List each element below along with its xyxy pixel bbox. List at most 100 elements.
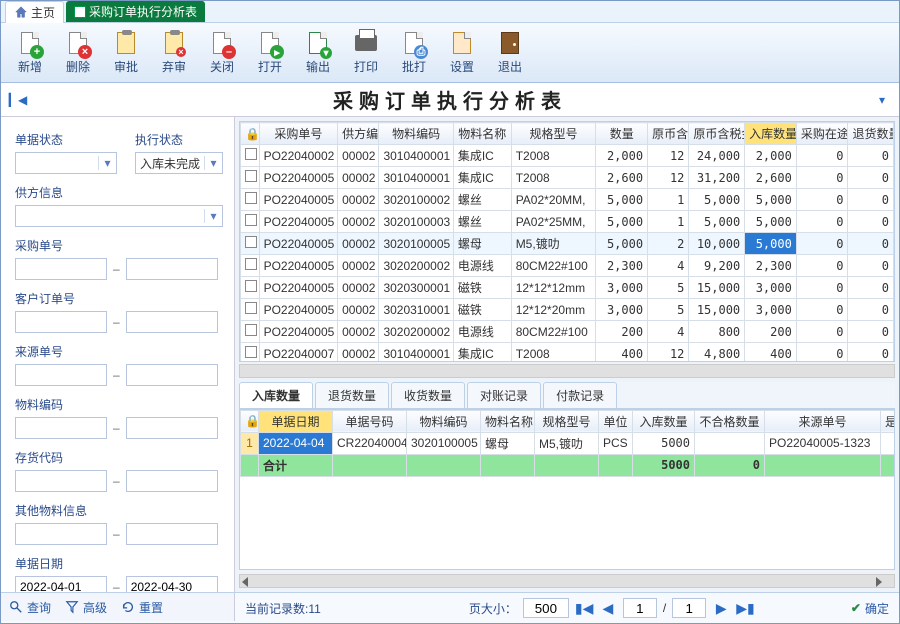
table-row[interactable]: PO22040005000023020310001磁铁12*12*20mm3,0… (241, 299, 894, 321)
cell[interactable]: 螺母 (453, 233, 511, 255)
open-button[interactable]: ▸打开 (247, 26, 293, 80)
print-button[interactable]: 打印 (343, 26, 389, 80)
page-input[interactable] (623, 598, 657, 618)
stock-from[interactable] (15, 470, 107, 492)
cell[interactable]: 0 (796, 321, 848, 343)
cell[interactable]: 2,300 (596, 255, 648, 277)
cell[interactable]: 24,000 (689, 145, 745, 167)
detail-header[interactable]: 单位 (599, 410, 633, 432)
grid-header[interactable]: 入库数量 (745, 123, 797, 145)
cell[interactable]: 3,000 (745, 299, 797, 321)
cell[interactable]: 9,200 (689, 255, 745, 277)
cell[interactable]: 螺丝 (453, 211, 511, 233)
detail-header[interactable]: 物料名称 (481, 410, 535, 432)
detail-tab[interactable]: 收货数量 (391, 382, 465, 408)
cell[interactable]: 3020100005 (379, 233, 453, 255)
cell[interactable]: 00002 (338, 255, 379, 277)
cell[interactable]: 10,000 (689, 233, 745, 255)
cell[interactable]: 3020100002 (379, 189, 453, 211)
cell[interactable]: 电源线 (453, 255, 511, 277)
cell[interactable]: PCS (599, 432, 633, 454)
detail-header[interactable]: 单据号码 (333, 410, 407, 432)
cell[interactable]: 12*12*20mm (511, 299, 596, 321)
cell[interactable]: 00002 (338, 189, 379, 211)
cell[interactable]: PO22040005 (259, 277, 338, 299)
cell[interactable]: 3010400001 (379, 167, 453, 189)
cell[interactable]: 3020300001 (379, 277, 453, 299)
cell[interactable]: 0 (796, 233, 848, 255)
detail-header[interactable]: 🔒 (241, 410, 259, 432)
table-row[interactable]: PO22040005000023020200002电源线80CM22#1002,… (241, 255, 894, 277)
cell[interactable]: 00002 (338, 299, 379, 321)
detail-tab[interactable]: 付款记录 (543, 382, 617, 408)
cell[interactable]: M5,镀叻 (511, 233, 596, 255)
cell[interactable]: 80CM22#100 (511, 255, 596, 277)
cell[interactable]: 集成IC (453, 343, 511, 362)
cell[interactable]: 3020310001 (379, 299, 453, 321)
cell[interactable]: 12 (648, 145, 689, 167)
next-page-button[interactable]: ▶ (712, 600, 730, 617)
grid-header[interactable]: 采购单号 (259, 123, 338, 145)
tab-report[interactable]: 采购订单执行分析表 (66, 1, 205, 22)
cell[interactable]: 0 (848, 145, 894, 167)
cell[interactable]: 200 (745, 321, 797, 343)
cell[interactable]: 3010400001 (379, 145, 453, 167)
pagesize-input[interactable] (523, 598, 569, 618)
cell[interactable]: PO22040005 (259, 211, 338, 233)
cell[interactable] (881, 432, 896, 454)
grid-header[interactable]: 🔒 (241, 123, 260, 145)
cell[interactable]: 集成IC (453, 167, 511, 189)
collapse-icon[interactable]: ▾ (873, 91, 891, 109)
supplier-select[interactable]: ▾ (15, 205, 223, 227)
date-to[interactable] (126, 576, 218, 592)
cell[interactable]: 12 (648, 167, 689, 189)
row-checkbox[interactable] (241, 277, 260, 299)
row-checkbox[interactable] (241, 211, 260, 233)
cell[interactable]: M5,镀叻 (535, 432, 599, 454)
table-row[interactable]: PO22040005000023020100002螺丝PA02*20MM,5,0… (241, 189, 894, 211)
cell[interactable]: 0 (848, 299, 894, 321)
cell[interactable]: 5,000 (745, 211, 797, 233)
table-row[interactable]: PO22040007000023010400001集成ICT2008400124… (241, 343, 894, 362)
cell[interactable]: 3020100003 (379, 211, 453, 233)
cell[interactable]: 5,000 (596, 211, 648, 233)
detail-tab[interactable]: 退货数量 (315, 382, 389, 408)
cell[interactable]: 集成IC (453, 145, 511, 167)
cell[interactable]: 400 (745, 343, 797, 362)
cust-to[interactable] (126, 311, 218, 333)
cell[interactable]: PO22040007 (259, 343, 338, 362)
cell[interactable]: 2,000 (596, 145, 648, 167)
po-from[interactable] (15, 258, 107, 280)
cell[interactable]: 15,000 (689, 299, 745, 321)
row-checkbox[interactable] (241, 189, 260, 211)
export-button[interactable]: ▾输出 (295, 26, 341, 80)
date-from[interactable] (15, 576, 107, 592)
po-to[interactable] (126, 258, 218, 280)
cell[interactable]: 5 (648, 299, 689, 321)
cell[interactable]: PO22040005 (259, 255, 338, 277)
query-button[interactable]: 查询 (9, 599, 51, 616)
cell[interactable]: 80CM22#100 (511, 321, 596, 343)
cell[interactable]: 00002 (338, 211, 379, 233)
cell[interactable]: 电源线 (453, 321, 511, 343)
grid-header[interactable]: 退货数量 (848, 123, 894, 145)
cell[interactable]: 0 (848, 321, 894, 343)
row-checkbox[interactable] (241, 299, 260, 321)
cell[interactable]: 0 (848, 277, 894, 299)
cell[interactable]: 5000 (633, 432, 695, 454)
cell[interactable]: 5,000 (689, 189, 745, 211)
cell[interactable]: PO22040005 (259, 321, 338, 343)
approve-button[interactable]: 审批 (103, 26, 149, 80)
cust-from[interactable] (15, 311, 107, 333)
cell[interactable]: PO22040005-1323 (765, 432, 881, 454)
grid-header[interactable]: 原币含税 (648, 123, 689, 145)
cell[interactable]: PO22040002 (259, 145, 338, 167)
cell[interactable]: 2,000 (745, 145, 797, 167)
row-checkbox[interactable] (241, 255, 260, 277)
cell[interactable]: 4 (648, 255, 689, 277)
source-from[interactable] (15, 364, 107, 386)
first-page-icon[interactable]: ▎◀ (9, 91, 27, 109)
cell[interactable]: 3010400001 (379, 343, 453, 362)
cell[interactable]: 5,000 (745, 189, 797, 211)
cell[interactable]: PO22040005 (259, 233, 338, 255)
